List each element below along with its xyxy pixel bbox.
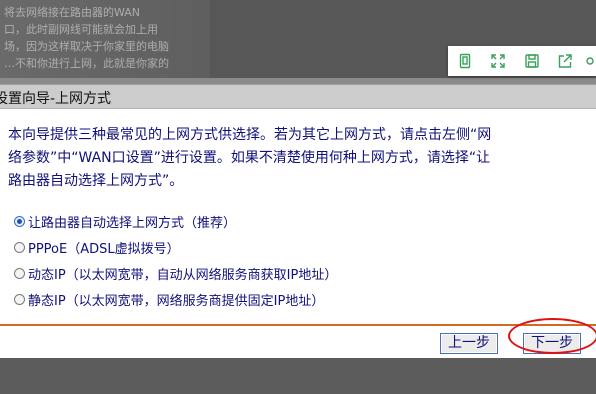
option-pppoe[interactable]: PPPoE（ADSL虚拟拨号） xyxy=(14,234,584,260)
background-text-line: 场，因为这样取决于你家里的电脑 xyxy=(4,40,169,53)
dialog-titlebar: 设置向导-上网方式 xyxy=(0,84,596,109)
option-label: 让路由器自动选择上网方式（推荐） xyxy=(28,215,237,231)
option-dynamic-ip[interactable]: 动态IP（以太网宽带，自动从网络服务商获取IP地址） xyxy=(14,260,584,286)
option-auto-detect[interactable]: 让路由器自动选择上网方式（推荐） xyxy=(14,208,584,234)
more-icon[interactable] xyxy=(582,46,596,76)
image-toolbar xyxy=(448,46,596,76)
description-line: 路由器自动选择上网方式”。 xyxy=(8,173,184,189)
option-static-ip[interactable]: 静态IP（以太网宽带，网络服务商提供固定IP地址） xyxy=(14,286,584,312)
background-text-line: 口，此时副网线可能就会加上用 xyxy=(4,23,158,36)
radio-static-ip[interactable] xyxy=(14,293,25,305)
radio-dynamic-ip[interactable] xyxy=(14,267,25,279)
footer-divider xyxy=(0,324,596,326)
connection-type-options: 让路由器自动选择上网方式（推荐） PPPoE（ADSL虚拟拨号） 动态IP（以太… xyxy=(14,208,584,312)
background-text-line: …不和你进行上网，此就是你家的 xyxy=(4,57,169,70)
next-step-button[interactable]: 下一步 xyxy=(523,333,581,354)
radio-pppoe[interactable] xyxy=(14,241,25,253)
setup-wizard-dialog: 设置向导-上网方式 本向导提供三种最常见的上网方式供选择。若为其它上网方式，请点… xyxy=(0,84,596,358)
option-label: 动态IP（以太网宽带，自动从网络服务商获取IP地址） xyxy=(28,267,338,283)
dialog-title: 设置向导-上网方式 xyxy=(0,91,112,107)
share-icon[interactable] xyxy=(549,46,583,76)
fullscreen-icon[interactable] xyxy=(482,46,516,76)
description-line: 本向导提供三种最常见的上网方式供选择。若为其它上网方式，请点击左侧“网 xyxy=(8,127,492,143)
previous-step-button[interactable]: 上一步 xyxy=(440,333,498,354)
radio-auto-detect[interactable] xyxy=(14,215,25,227)
option-label: 静态IP（以太网宽带，网络服务商提供固定IP地址） xyxy=(28,293,325,309)
background-article-text: 将去网络接在路由器的WAN 口，此时副网线可能就会加上用 场，因为这样取决于你家… xyxy=(4,4,200,72)
copy-icon[interactable] xyxy=(448,46,482,76)
background-bottom xyxy=(0,358,596,394)
save-icon[interactable] xyxy=(515,46,549,76)
option-label: PPPoE（ADSL虚拟拨号） xyxy=(28,241,180,257)
description-line: 络参数”中“WAN口设置”进行设置。如果不清楚使用何种上网方式，请选择“让 xyxy=(8,150,491,166)
wizard-description: 本向导提供三种最常见的上网方式供选择。若为其它上网方式，请点击左侧“网 络参数”… xyxy=(8,124,594,193)
background-text-line: 将去网络接在路由器的WAN xyxy=(4,6,141,19)
